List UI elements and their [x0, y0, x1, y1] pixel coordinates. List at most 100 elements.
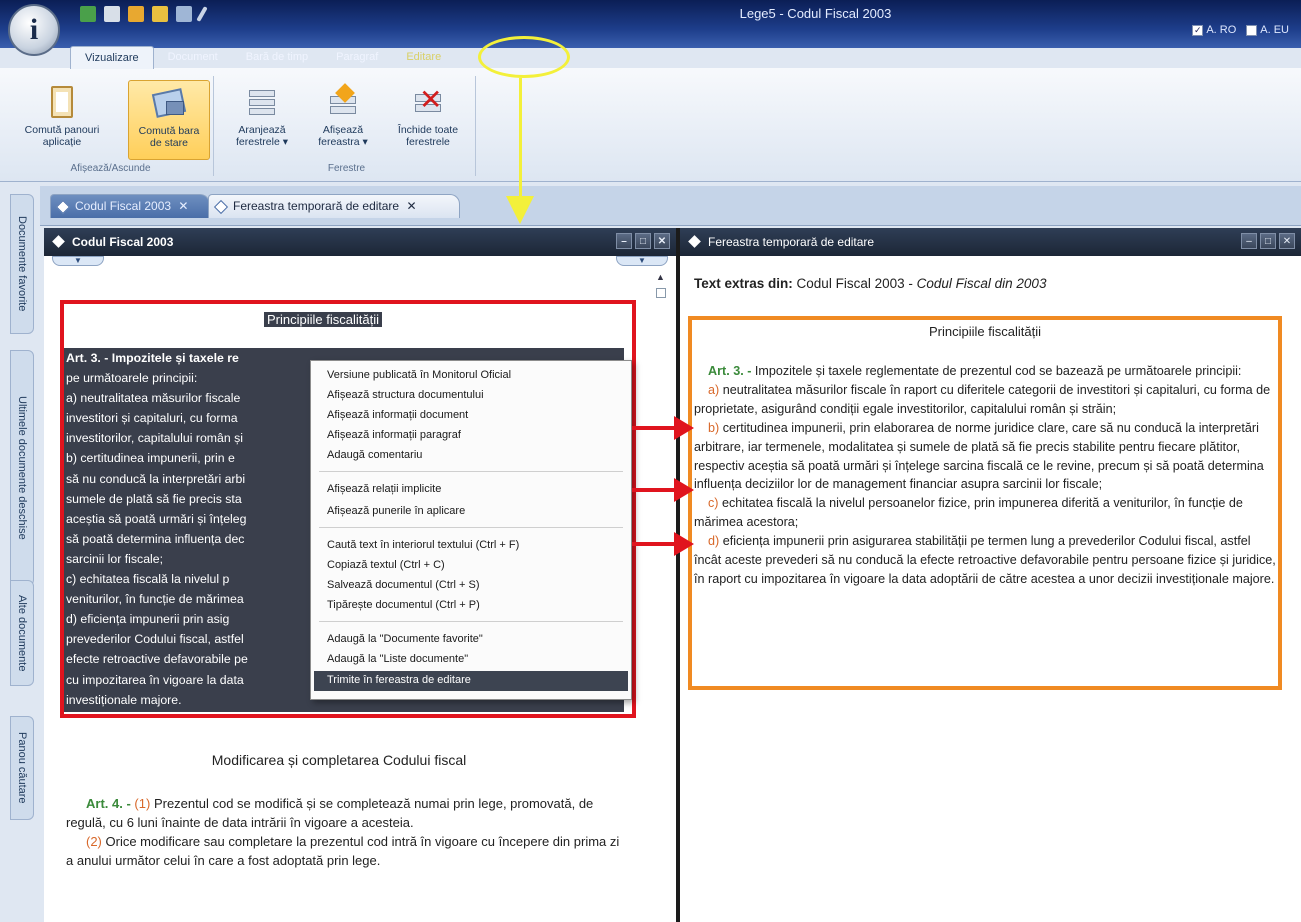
window-controls: – □ ✕	[616, 233, 670, 249]
paragraph-text: Orice modificare sau completare la preze…	[66, 834, 620, 868]
doc-tab-label: Fereastra temporară de editare	[233, 199, 400, 213]
intro-text: Impozitele și taxele reglementate de pre…	[754, 364, 1242, 378]
annotation-ellipse	[478, 36, 570, 78]
tab-vizualizare[interactable]: Vizualizare	[70, 46, 154, 69]
menu-item-find-text[interactable]: Caută text în interiorul textului (Ctrl …	[327, 539, 519, 551]
toggle-status-bar-button[interactable]: Comută bara de stare	[128, 80, 210, 160]
document-diamond-icon	[688, 235, 701, 248]
principle-text: neutralitatea măsurilor fiscale în rapor…	[694, 382, 1271, 416]
document-diamond-icon	[52, 235, 65, 248]
source-line: Text extras din: Codul Fiscal 2003 - Cod…	[694, 276, 1046, 291]
menu-item-document-structure[interactable]: Afișează structura documentului	[327, 389, 484, 401]
paragraph-number: (1)	[134, 796, 151, 811]
letter-label: a)	[708, 382, 720, 397]
close-all-windows-label-2: ferestrele	[406, 136, 450, 148]
stacked-windows-icon	[245, 86, 279, 120]
menu-item-add-favorites[interactable]: Adaugă la "Documente favorite"	[327, 633, 483, 645]
checkbox-checked-icon[interactable]: ✓	[1192, 24, 1204, 36]
minimize-icon[interactable]: –	[616, 233, 632, 249]
menu-item-document-info[interactable]: Afișează informații document	[327, 409, 468, 421]
title-bar: Lege5 - Codul Fiscal 2003 ✓ A. RO A. EU	[0, 0, 1301, 48]
menu-item-send-to-edit-window[interactable]: Trimite în fereastra de editare	[327, 674, 471, 686]
menu-item-official-version[interactable]: Versiune publicată în Monitorul Oficial	[327, 369, 511, 381]
side-tab-favorite-documents[interactable]: Documente favorite	[10, 194, 34, 334]
lang-eu-toggle[interactable]: A. EU	[1246, 24, 1289, 36]
lang-ro-toggle[interactable]: ✓ A. RO	[1192, 24, 1236, 36]
document-tabs: Codul Fiscal 2003 ✕ Fereastra temporară …	[40, 186, 1301, 226]
article-label: Art. 3. -	[708, 364, 752, 378]
article-label: Art. 4. -	[86, 796, 131, 811]
article-3-intro: Art. 3. - Impozitele și taxele reglement…	[694, 362, 1278, 381]
annotation-arrowhead	[506, 196, 534, 224]
close-icon[interactable]: ✕	[406, 199, 416, 213]
ribbon-group-afiseaza: Comută panouri aplicație Comută bara de …	[8, 76, 214, 176]
ribbon-group-ferestre: Aranjează ferestrele ▾ Afișează fereastr…	[218, 76, 476, 176]
arrange-windows-label-1: Aranjează	[238, 124, 286, 136]
arrange-windows-button[interactable]: Aranjează ferestrele ▾	[222, 80, 302, 148]
document-diamond-icon	[213, 199, 229, 215]
show-window-button[interactable]: Afișează fereastra ▾	[308, 80, 378, 148]
toggle-status-bar-label-1: Comută bara	[138, 125, 200, 137]
tab-editare[interactable]: Editare	[392, 46, 455, 69]
article-4-paragraph-2: (2) Orice modificare sau completare la p…	[66, 832, 626, 870]
maximize-icon[interactable]: □	[1260, 233, 1276, 249]
side-panel-strip: Documente favorite Ultimele documente de…	[0, 186, 40, 922]
section-heading: Modificarea și completarea Codului fisca…	[211, 752, 467, 768]
paragraph-number: (2)	[86, 834, 102, 849]
chevron-down-icon[interactable]: ▼	[616, 256, 668, 266]
status-bar-icon	[151, 87, 187, 121]
chevron-down-icon[interactable]: ▼	[52, 256, 104, 266]
menu-item-save-document[interactable]: Salvează documentul (Ctrl + S)	[327, 579, 480, 591]
article-4-paragraph-1: Art. 4. - (1) Prezentul cod se modifică …	[66, 794, 626, 832]
maximize-icon[interactable]: □	[635, 233, 651, 249]
tab-paragraf[interactable]: Paragraf	[322, 46, 392, 69]
clipboard-icon	[45, 86, 79, 120]
close-icon[interactable]: ✕	[178, 199, 188, 213]
close-all-windows-button[interactable]: ✕ Închide toate ferestrele	[384, 80, 472, 149]
tab-document[interactable]: Document	[154, 46, 232, 69]
close-icon[interactable]: ✕	[1279, 233, 1295, 249]
menu-item-add-lists[interactable]: Adaugă la "Liste documente"	[327, 653, 468, 665]
menu-item-implementations[interactable]: Afișează punerile în aplicare	[327, 505, 465, 517]
menu-item-paragraph-info[interactable]: Afișează informații paragraf	[327, 429, 461, 441]
left-pane-title: Codul Fiscal 2003	[72, 235, 174, 249]
lang-ro-label: A. RO	[1206, 24, 1237, 36]
annotation-arrow-line	[519, 78, 522, 198]
left-document-pane: Codul Fiscal 2003 – □ ✕ ▼ ▼ ▲ Principiil…	[44, 228, 676, 922]
lang-eu-label: A. EU	[1260, 24, 1289, 36]
side-tab-other-documents[interactable]: Alte documente	[10, 580, 34, 686]
principle-text: echitatea fiscală la nivelul persoanelor…	[694, 496, 1243, 530]
menu-item-copy-text[interactable]: Copiază textul (Ctrl + C)	[327, 559, 445, 571]
toggle-app-panels-label-1: Comută panouri	[24, 124, 100, 136]
document-diamond-icon	[55, 199, 71, 215]
right-edit-pane: Fereastra temporară de editare – □ ✕ Tex…	[680, 228, 1301, 922]
toggle-status-bar-label-2: de stare	[150, 137, 188, 149]
article-4-text: Art. 4. - (1) Prezentul cod se modifică …	[66, 794, 626, 870]
menu-item-print-document[interactable]: Tipărește documentul (Ctrl + P)	[327, 599, 480, 611]
tab-bara-de-timp[interactable]: Bară de timp	[232, 46, 322, 69]
source-document-italic: Codul Fiscal din 2003	[916, 276, 1047, 291]
toggle-app-panels-label-2: aplicație	[42, 136, 82, 148]
scrollbar[interactable]: ▲	[656, 272, 670, 522]
ribbon: Comută panouri aplicație Comută bara de …	[0, 68, 1301, 182]
menu-separator	[319, 527, 623, 528]
side-tab-recent-documents[interactable]: Ultimele documente deschise	[10, 350, 34, 586]
principle-b: b) certitudinea impunerii, prin elaborar…	[694, 419, 1278, 495]
letter-label: c)	[708, 496, 719, 511]
collapse-bar: ▼ ▼	[52, 256, 668, 268]
doc-tab-label: Codul Fiscal 2003	[75, 199, 172, 213]
source-document: Codul Fiscal 2003 -	[796, 276, 913, 291]
letter-label: d)	[708, 534, 720, 549]
principle-text: certitudinea impunerii, prin elaborarea …	[694, 420, 1264, 492]
checkbox-icon[interactable]	[1246, 24, 1258, 36]
application-orb-button[interactable]: i	[8, 4, 60, 56]
doc-tab-temp-edit-window[interactable]: Fereastra temporară de editare ✕	[208, 194, 460, 218]
toggle-app-panels-button[interactable]: Comută panouri aplicație	[12, 80, 112, 148]
menu-item-add-comment[interactable]: Adaugă comentariu	[327, 449, 422, 461]
minimize-icon[interactable]: –	[1241, 233, 1257, 249]
close-icon[interactable]: ✕	[654, 233, 670, 249]
arrange-windows-label-2: ferestrele ▾	[236, 136, 288, 148]
doc-tab-codul-fiscal[interactable]: Codul Fiscal 2003 ✕	[50, 194, 210, 218]
side-tab-search-panel[interactable]: Panou căutare	[10, 716, 34, 820]
menu-item-implicit-relations[interactable]: Afișează relații implicite	[327, 483, 441, 495]
